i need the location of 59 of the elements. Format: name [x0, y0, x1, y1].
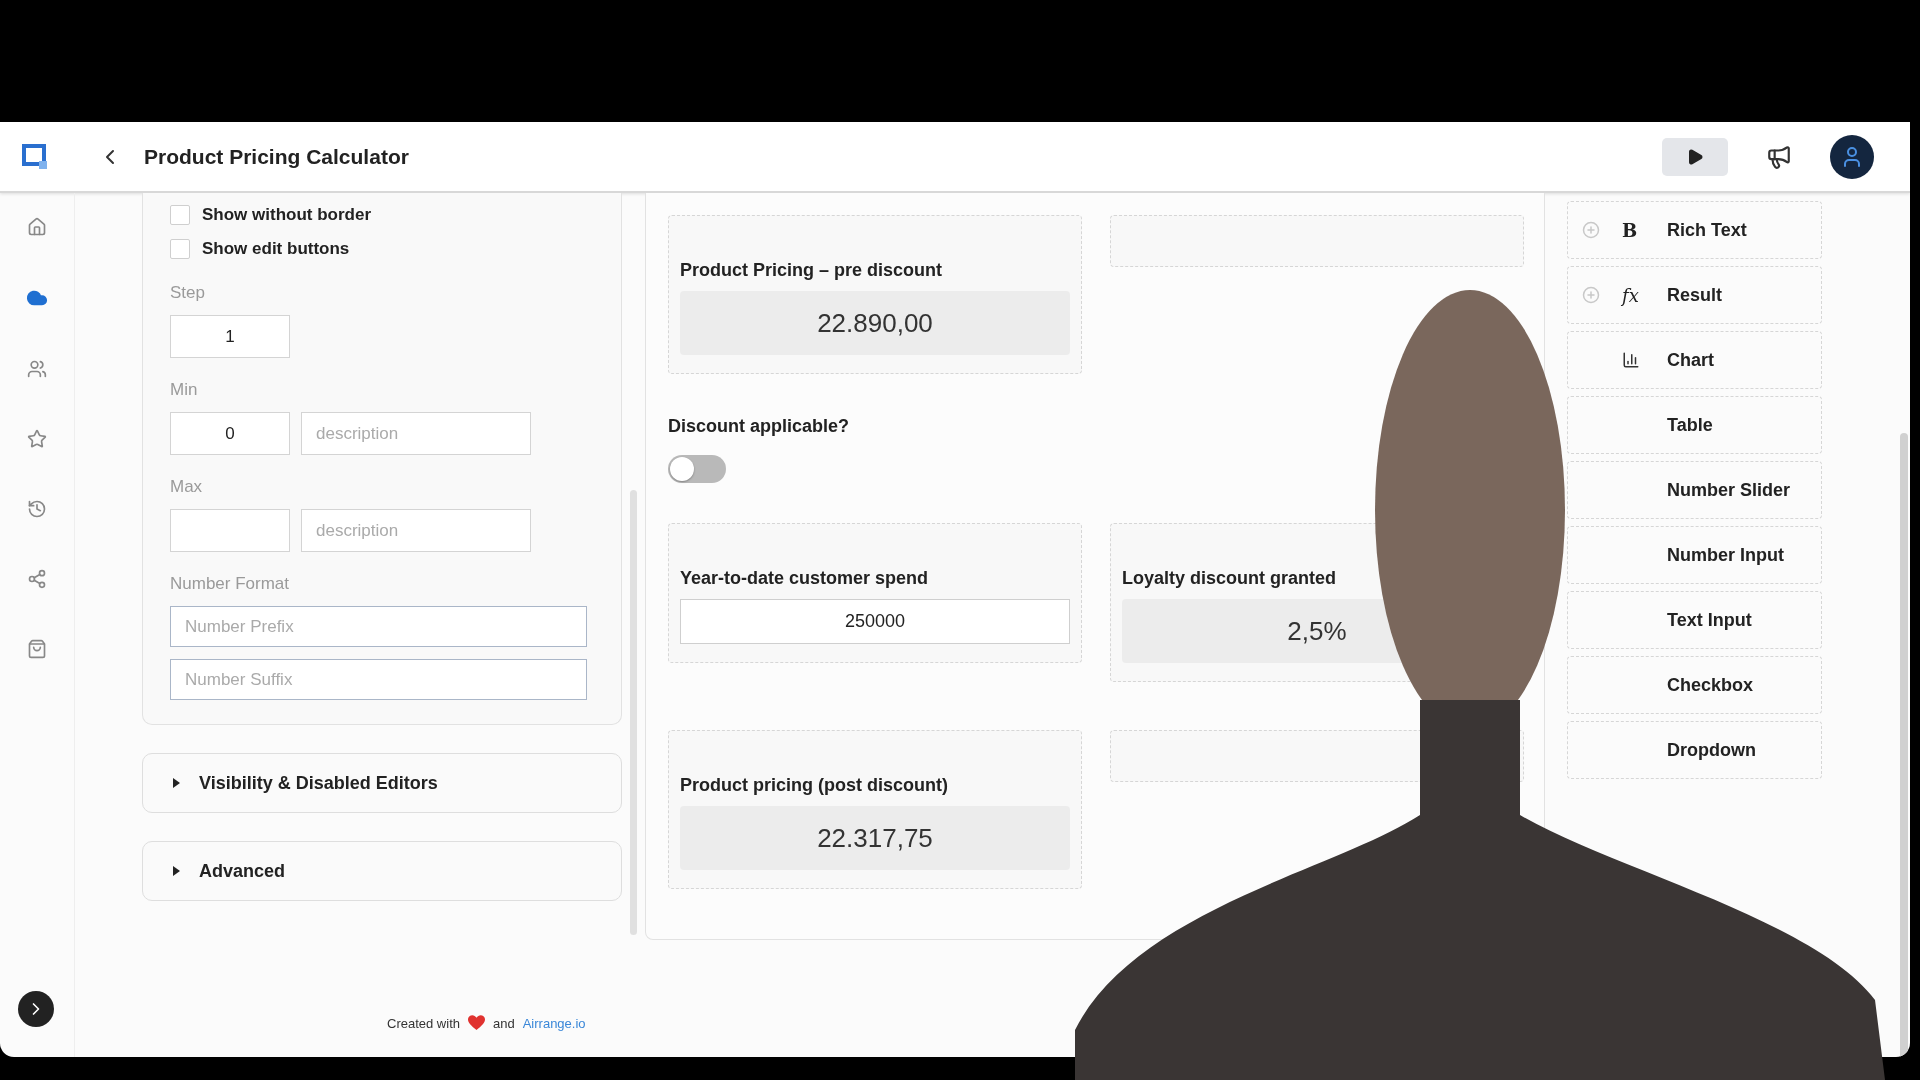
share-icon[interactable] — [27, 569, 47, 589]
star-icon[interactable] — [27, 429, 47, 449]
users-icon[interactable] — [27, 359, 47, 379]
result-value: 22.317,75 — [680, 806, 1070, 870]
component-item[interactable]: Dropdown — [1567, 721, 1822, 779]
toggle-label: Discount applicable? — [668, 416, 851, 437]
widget-label: Loyalty discount granted — [1122, 568, 1338, 589]
scrollbar[interactable] — [630, 490, 637, 935]
description-field[interactable]: description — [301, 412, 531, 455]
widget-label: Product pricing (post discount) — [680, 775, 949, 796]
component-item[interactable]: Number Slider — [1567, 461, 1822, 519]
step-field[interactable]: 1 — [170, 315, 290, 358]
checkbox[interactable] — [170, 239, 190, 259]
airrange-link[interactable]: Airrange.io — [522, 1015, 586, 1031]
toggle-switch[interactable] — [668, 455, 726, 483]
field-label: Max — [170, 477, 204, 497]
component-item[interactable]: Number Input — [1567, 526, 1822, 584]
page-title: Product Pricing Calculator — [144, 144, 409, 169]
component-item[interactable]: B Rich Text — [1567, 201, 1822, 259]
result-value: 22.890,00 — [680, 291, 1070, 355]
add-icon — [1582, 286, 1600, 304]
suffix-field[interactable]: Number Suffix — [170, 659, 587, 700]
footer-text: and — [493, 1015, 515, 1031]
number-input[interactable]: 250000 — [680, 599, 1070, 644]
expand-button[interactable] — [18, 991, 54, 1027]
megaphone-icon[interactable] — [1766, 143, 1792, 170]
field-label: Number Format — [170, 574, 291, 594]
accordion-section[interactable]: Visibility & Disabled Editors — [142, 753, 622, 813]
checkbox[interactable] — [170, 205, 190, 225]
field-label: Min — [170, 380, 199, 400]
logo-icon — [22, 142, 50, 171]
checkbox-label: Show edit buttons — [202, 239, 350, 259]
component-item[interactable]: fx Result — [1567, 266, 1822, 324]
footer-text: Created with — [387, 1015, 460, 1031]
prefix-field[interactable]: Number Prefix — [170, 606, 587, 647]
component-item[interactable]: Table — [1567, 396, 1822, 454]
add-icon — [1582, 221, 1600, 239]
play-button[interactable] — [1662, 137, 1728, 176]
home-icon[interactable] — [27, 217, 47, 237]
min-field[interactable]: 0 — [170, 412, 290, 455]
component-item[interactable]: Text Input — [1567, 591, 1822, 649]
accordion-section[interactable]: Advanced — [142, 841, 622, 901]
component-item[interactable]: Checkbox — [1567, 656, 1822, 714]
checkbox-label: Show without border — [202, 205, 372, 225]
description-field[interactable]: description — [301, 509, 531, 552]
component-item[interactable]: Chart — [1567, 331, 1822, 389]
max-field[interactable] — [170, 509, 290, 552]
widget-label: Product Pricing – pre discount — [680, 260, 944, 281]
page-scrollbar[interactable] — [1900, 433, 1908, 1057]
play-icon — [1686, 147, 1704, 166]
heart-icon — [468, 1015, 485, 1031]
component-icon: B — [1622, 219, 1638, 241]
bag-icon[interactable] — [27, 639, 47, 659]
history-icon[interactable] — [27, 499, 47, 519]
user-avatar[interactable] — [1830, 134, 1874, 179]
component-icon: fx — [1622, 284, 1639, 306]
field-label: Step — [170, 283, 206, 303]
bar-chart-icon — [1622, 351, 1640, 369]
widget-label: Year-to-date customer spend — [680, 568, 930, 589]
